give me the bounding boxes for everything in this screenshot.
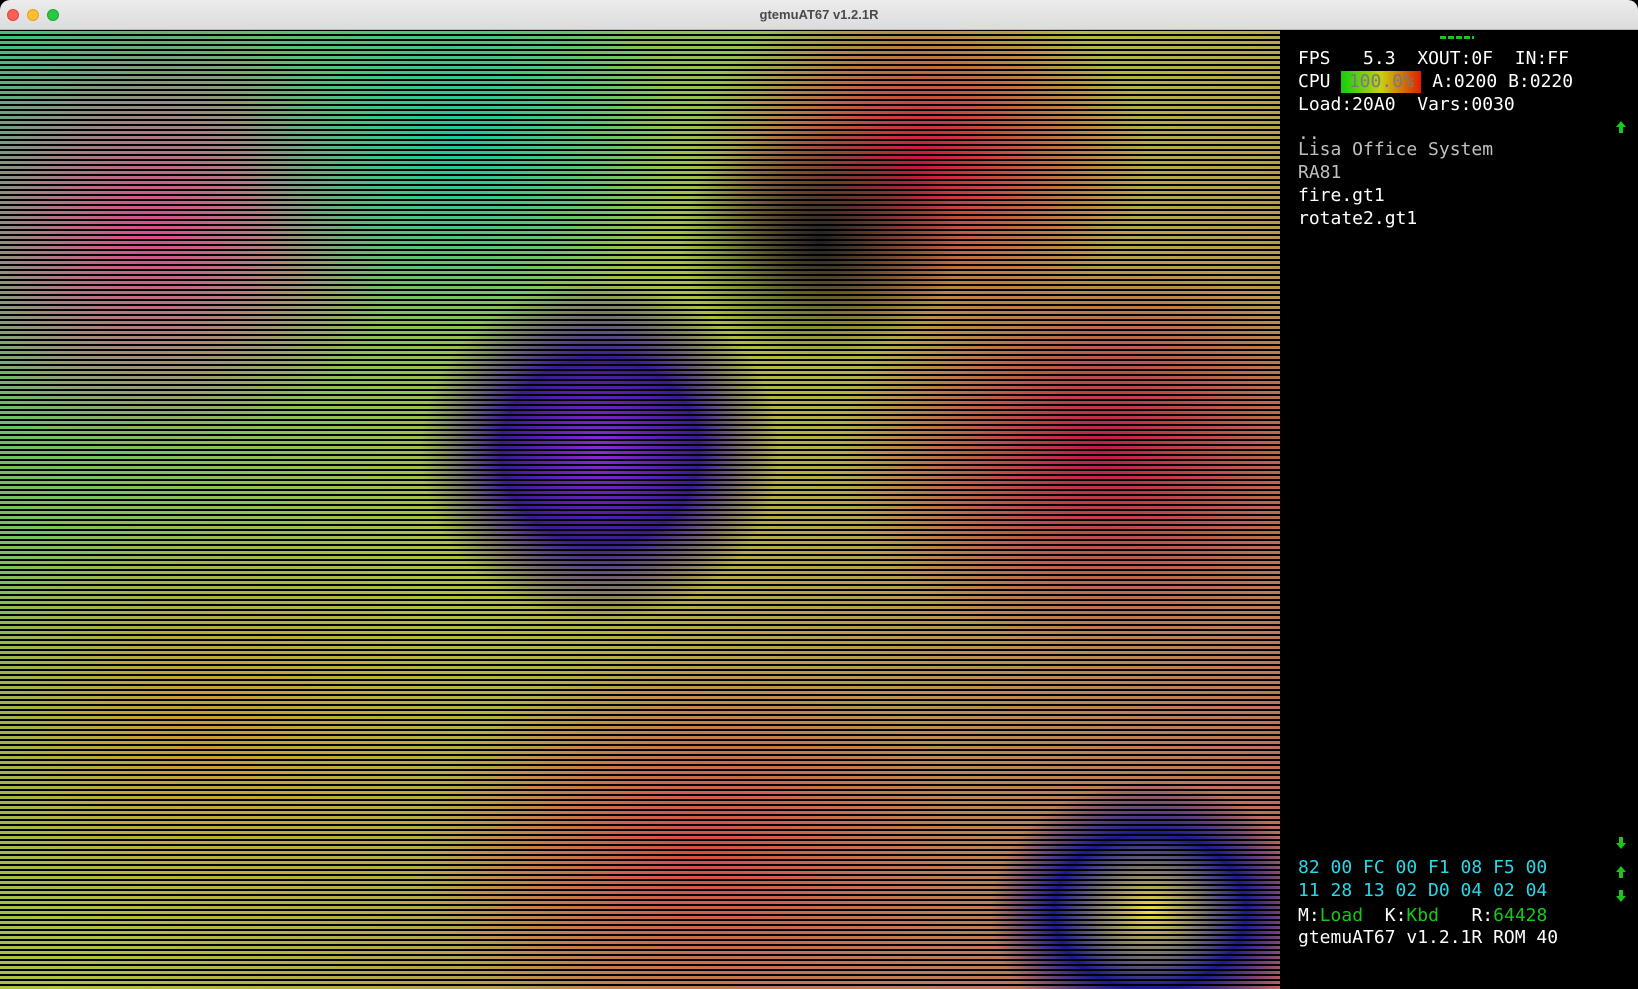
fps-label: FPS <box>1298 48 1331 69</box>
stats-row-fps: FPS 5.3 XOUT:0F IN:FF <box>1298 48 1569 70</box>
hex-scroll-up-icon[interactable] <box>1615 865 1627 879</box>
cpu-label: CPU <box>1298 71 1331 92</box>
rom-value: 64428 <box>1493 905 1548 926</box>
emulator-side-panel: FPS 5.3 XOUT:0F IN:FF CPU 100.0% A:0200 … <box>1280 31 1638 989</box>
window-titlebar: gtemuAT67 v1.2.1R <box>0 0 1638 30</box>
browser-scroll-up-icon[interactable] <box>1615 120 1627 134</box>
hex-row-2: 11 28 13 02 D0 04 02 04 <box>1298 880 1548 901</box>
register-a: A:0200 <box>1432 71 1498 92</box>
browser-item-rotate2-gt1[interactable]: rotate2.gt1 <box>1298 208 1417 230</box>
hex-scroll-down-icon[interactable] <box>1615 889 1627 903</box>
vars-address: Vars:0030 <box>1417 94 1515 115</box>
stats-row-load: Load:20A0 Vars:0030 <box>1298 94 1515 116</box>
fps-value: 5.3 <box>1363 48 1396 69</box>
key-value[interactable]: Kbd <box>1406 905 1439 926</box>
rom-label: R: <box>1471 905 1494 926</box>
emulator-screen[interactable] <box>0 31 1280 989</box>
load-address: Load:20A0 <box>1298 94 1396 115</box>
window-title: gtemuAT67 v1.2.1R <box>759 7 879 22</box>
browser-item-fire-gt1[interactable]: fire.gt1 <box>1298 185 1385 207</box>
cpu-usage-bar: 100.0% <box>1341 71 1422 93</box>
version-footer: gtemuAT67 v1.2.1R ROM 40 <box>1298 927 1559 948</box>
mode-value[interactable]: Load <box>1320 905 1363 926</box>
activity-led-bar <box>1440 36 1474 39</box>
key-label: K: <box>1384 905 1407 926</box>
in-value: IN:FF <box>1514 48 1569 69</box>
mode-label: M: <box>1298 905 1320 926</box>
register-b: B:0220 <box>1508 71 1574 92</box>
browser-item-lisa-office-system[interactable]: Lisa Office System <box>1298 139 1493 161</box>
status-row: M:Load K:Kbd R:64428 <box>1298 905 1547 927</box>
hex-row-1: 82 00 FC 00 F1 08 F5 00 <box>1298 857 1548 878</box>
browser-scroll-down-icon[interactable] <box>1615 836 1627 850</box>
browser-item-ra81[interactable]: RA81 <box>1298 162 1341 184</box>
stats-row-cpu: CPU 100.0% A:0200 B:0220 <box>1298 71 1573 93</box>
xout-value: XOUT:0F <box>1417 48 1494 69</box>
